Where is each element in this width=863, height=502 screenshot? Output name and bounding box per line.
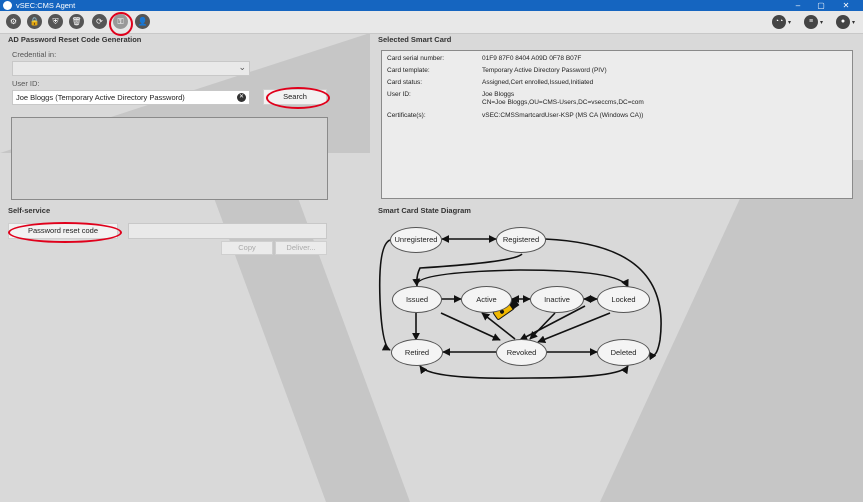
state-active: Active bbox=[461, 286, 512, 313]
state-locked: Locked bbox=[597, 286, 650, 313]
state-registered: Registered bbox=[496, 227, 546, 253]
state-issued: Issued bbox=[392, 286, 442, 313]
state-revoked: Revoked bbox=[496, 339, 547, 366]
state-retired: Retired bbox=[391, 339, 443, 366]
state-deleted: Deleted bbox=[597, 339, 650, 366]
state-inactive: Inactive bbox=[530, 286, 584, 313]
state-diagram-arrows bbox=[378, 235, 662, 380]
app-window: vSEC:CMS Agent – ▢ ✕ ⚙ 🔒 ⛨ 🗑 ⟳ ⚿ 👤 ◔◔ ▾ ≡… bbox=[0, 0, 863, 502]
state-unregistered: Unregistered bbox=[390, 227, 442, 253]
